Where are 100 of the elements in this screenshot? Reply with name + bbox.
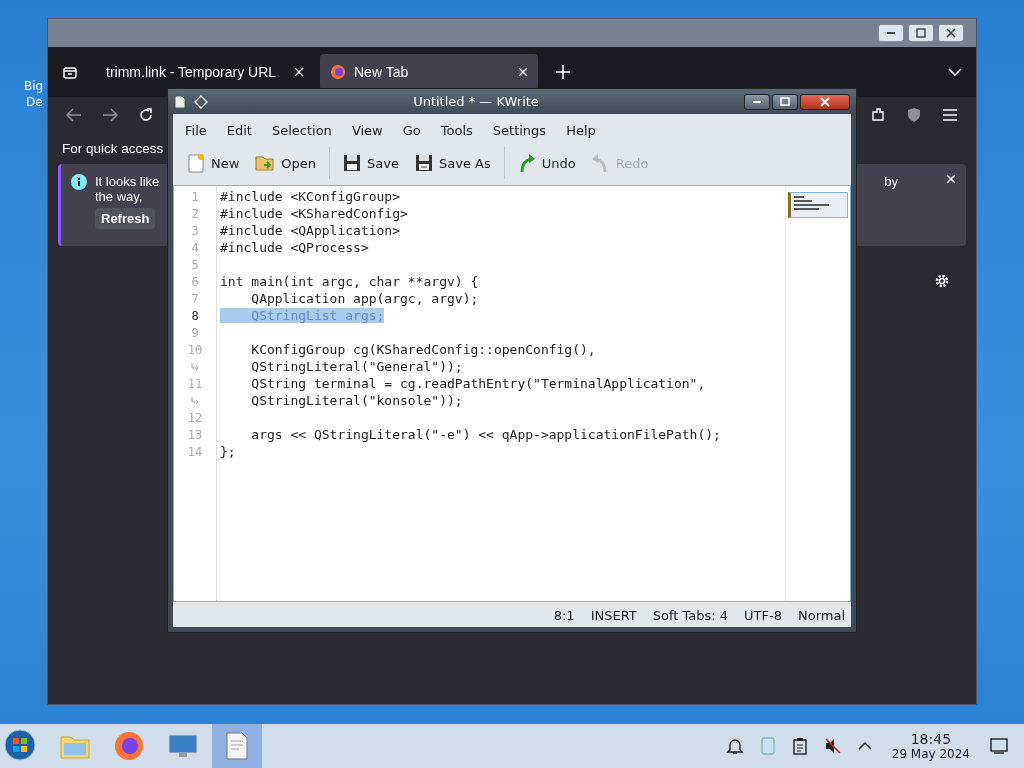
close-icon[interactable] (518, 67, 528, 77)
browser-tab[interactable]: trimm.link - Temporary URL (96, 54, 314, 90)
minimize-button[interactable] (878, 24, 904, 42)
reload-icon[interactable] (138, 107, 154, 123)
status-item[interactable]: Normal (797, 608, 845, 623)
firefox-icon (330, 64, 346, 80)
code-line: QStringLiteral("General")); (250, 359, 463, 374)
line-number: 11 (187, 376, 203, 391)
menu-item[interactable]: Settings (484, 120, 555, 141)
info-icon (71, 174, 87, 190)
shield-icon[interactable] (906, 107, 922, 123)
desktop-icon-label: Big (24, 79, 44, 93)
taskbar-app-button[interactable] (212, 724, 262, 768)
code-line: #include <QProcess> (220, 240, 369, 255)
monitor-icon (167, 732, 199, 760)
status-item[interactable]: 8:1 (553, 608, 575, 623)
wrap-arrow-icon (191, 363, 199, 370)
line-number: 7 (191, 291, 199, 306)
bookmarks-hint: For quick access (62, 141, 165, 156)
line-number: 14 (187, 444, 203, 459)
start-button[interactable] (4, 728, 36, 764)
extensions-icon[interactable] (870, 107, 886, 123)
close-icon (820, 96, 830, 107)
line-number: 10 (187, 342, 203, 357)
close-button[interactable] (800, 93, 850, 110)
desktop-icon-label: De (26, 95, 43, 109)
notice-text: It looks like (95, 174, 160, 189)
close-button[interactable] (938, 24, 964, 42)
save-button[interactable]: Save (337, 148, 405, 178)
close-icon (946, 28, 956, 38)
menu-item[interactable]: Help (558, 120, 604, 141)
menu-item[interactable]: Edit (218, 120, 260, 141)
undo-button[interactable]: Undo (511, 147, 582, 179)
code-line: #include <QApplication> (220, 223, 400, 238)
show-desktop-icon[interactable] (990, 738, 1008, 754)
new-button[interactable]: New (181, 147, 246, 179)
clipboard-icon[interactable] (791, 737, 808, 755)
code-line: args << QStringLiteral("-e") << qApp->applicationFilePath(); (250, 427, 721, 442)
firefox-icon (114, 731, 144, 761)
menu-item[interactable]: Selection (263, 120, 340, 141)
code-line: QString terminal = cg.readPathEntry("TerminalApplication", (250, 376, 706, 391)
muted-speaker-icon[interactable] (823, 737, 842, 755)
code-line: #include <KSharedConfig> (220, 206, 408, 221)
clock-time[interactable]: 18:45 (910, 731, 952, 747)
line-number: 5 (191, 257, 199, 272)
line-number: 3 (191, 223, 199, 238)
maximize-button[interactable] (772, 93, 798, 110)
maximize-icon (780, 96, 790, 107)
line-number: 1 (191, 189, 199, 204)
open-button[interactable]: Open (249, 148, 323, 178)
status-item[interactable]: INSERT (590, 608, 637, 623)
menu-item[interactable]: File (177, 120, 215, 141)
line-number: 2 (191, 206, 199, 221)
menu-item[interactable]: Go (394, 120, 429, 141)
settings-icon[interactable] (934, 273, 950, 289)
minimize-icon (887, 32, 895, 34)
code-line: KConfigGroup cg(KSharedConfig::openConfig(), (250, 342, 596, 357)
document-icon (174, 94, 186, 109)
diamond-icon[interactable] (194, 94, 208, 109)
notice-text: the way, (95, 189, 144, 204)
line-number: 8 (191, 308, 199, 323)
minimap-drawing[interactable] (788, 192, 848, 218)
code-line: QStringLiteral("konsole")); (250, 393, 463, 408)
chevron-up-icon[interactable] (857, 741, 872, 751)
clock-date[interactable]: 29 May 2024 (891, 747, 970, 761)
menu-item[interactable]: Tools (432, 120, 481, 141)
menu-item[interactable]: View (343, 120, 391, 141)
bell-icon[interactable] (725, 737, 744, 755)
line-number: 13 (187, 427, 203, 442)
code-line: int main(int argc, char **argv) { (220, 274, 479, 289)
saveas-button[interactable]: Save As (409, 148, 497, 178)
wrap-arrow-icon (191, 397, 199, 404)
status-item[interactable]: Soft Tabs: 4 (652, 608, 729, 623)
refresh-button[interactable]: Refresh (95, 208, 156, 229)
browser-tab[interactable]: New Tab (320, 54, 538, 90)
status-item[interactable]: UTF-8 (744, 608, 782, 623)
maximize-icon (916, 28, 926, 38)
new-document-icon (187, 153, 205, 173)
minimize-icon (753, 100, 761, 103)
new-tab-icon[interactable] (556, 65, 570, 79)
code-editor[interactable] (173, 185, 851, 602)
document-icon (224, 731, 250, 761)
close-icon[interactable] (294, 67, 304, 77)
forward-arrow-icon[interactable] (102, 108, 118, 122)
minimize-button[interactable] (744, 93, 770, 110)
line-number: 12 (187, 410, 203, 425)
chevron-down-icon[interactable] (948, 67, 962, 77)
folder-icon (255, 154, 276, 172)
window-title: Untitled * — KWrite (412, 94, 540, 109)
code-line: #include <KConfigGroup> (220, 189, 400, 204)
back-arrow-icon[interactable] (66, 108, 82, 122)
line-number: 4 (191, 240, 199, 255)
close-icon[interactable] (946, 174, 956, 184)
code-line: }; (220, 444, 236, 459)
line-number: 9 (191, 325, 199, 340)
code-line: QApplication app(argc, argv); (250, 291, 479, 306)
menu-icon[interactable] (942, 108, 958, 122)
notice-text: by (884, 174, 898, 189)
tab-list-icon[interactable] (62, 64, 78, 80)
line-number: 6 (191, 274, 199, 289)
